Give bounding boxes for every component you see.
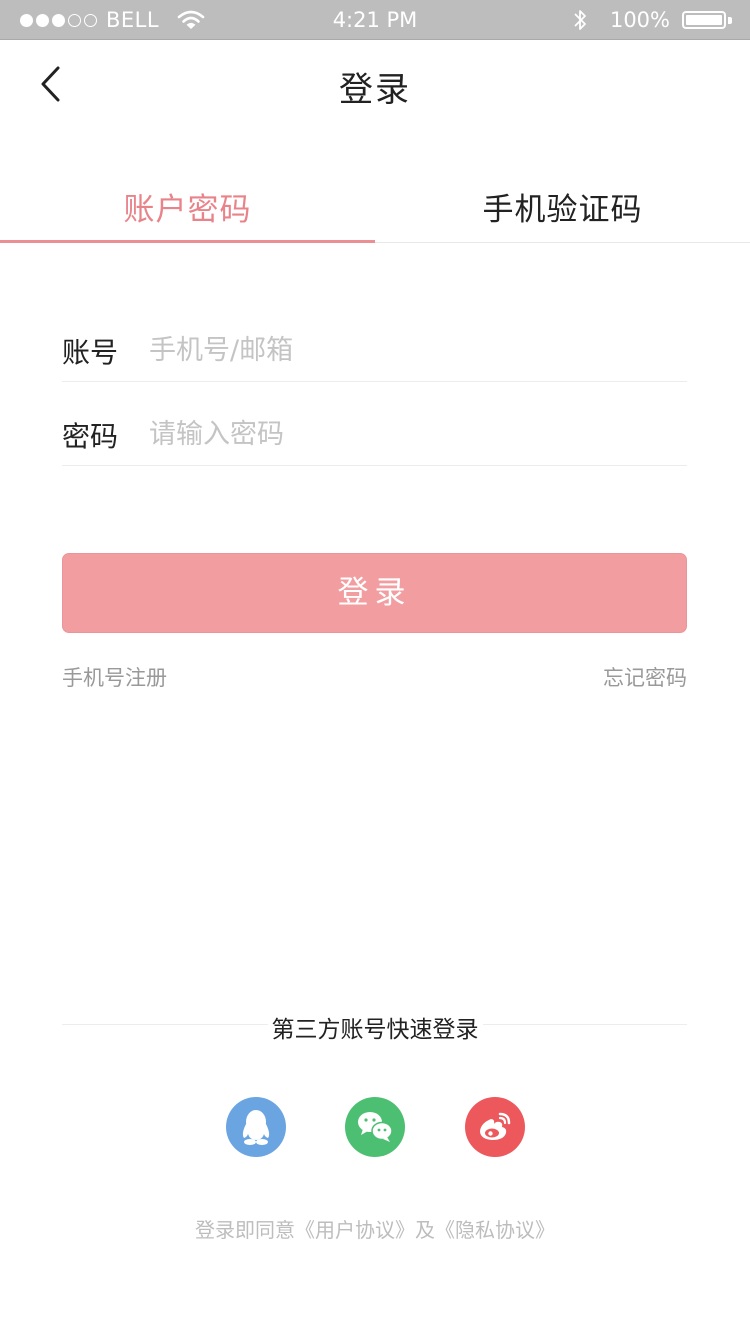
agreement-prefix: 登录即同意	[195, 1218, 295, 1242]
third-party-title-text: 第三方账号快速登录	[267, 1017, 483, 1043]
login-tabs: 账户密码 手机验证码	[0, 170, 750, 243]
agreement-connector: 及	[415, 1218, 435, 1242]
qq-icon	[242, 1110, 270, 1145]
password-input[interactable]	[149, 419, 687, 450]
battery-percent: 100%	[609, 8, 670, 32]
tab-account-password[interactable]: 账户密码	[0, 170, 375, 243]
bluetooth-icon	[574, 10, 586, 30]
password-label: 密码	[62, 419, 119, 453]
nav-bar: 登录	[0, 40, 750, 130]
wechat-icon	[358, 1112, 393, 1142]
login-button[interactable]: 登录	[62, 553, 687, 633]
account-input[interactable]	[149, 335, 687, 366]
weibo-login-button[interactable]	[465, 1097, 525, 1157]
wechat-login-button[interactable]	[345, 1097, 405, 1157]
user-agreement-link[interactable]: 《用户协议》	[295, 1218, 415, 1242]
weibo-icon	[480, 1112, 511, 1140]
tab-sms-code[interactable]: 手机验证码	[375, 170, 750, 243]
register-link[interactable]: 手机号注册	[62, 662, 167, 692]
status-bar: BELL 4:21 PM 100%	[0, 0, 750, 40]
forgot-password-link[interactable]: 忘记密码	[603, 662, 687, 692]
battery-icon	[682, 9, 732, 31]
agreement-text: 登录即同意《用户协议》及《隐私协议》	[0, 1214, 750, 1243]
account-row: 账号	[62, 320, 687, 382]
account-label: 账号	[62, 335, 119, 369]
page-title: 登录	[339, 70, 411, 110]
third-party-title: 第三方账号快速登录	[0, 1010, 750, 1044]
qq-login-button[interactable]	[226, 1097, 286, 1157]
password-row: 密码	[62, 404, 687, 466]
privacy-policy-link[interactable]: 《隐私协议》	[435, 1218, 555, 1242]
tab-active-indicator	[0, 240, 375, 243]
status-right: 100%	[572, 8, 732, 32]
